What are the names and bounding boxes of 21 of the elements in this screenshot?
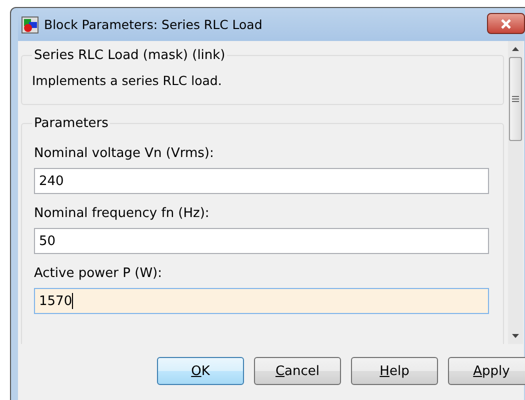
- dialog-button[interactable]: Cancel: [254, 357, 341, 385]
- scroll-down-icon[interactable]: [512, 334, 519, 338]
- scroll-up-icon[interactable]: [512, 47, 519, 51]
- close-button[interactable]: [487, 13, 525, 34]
- input-field[interactable]: 1570: [34, 288, 489, 314]
- window-title: Block Parameters: Series RLC Load: [44, 17, 262, 32]
- dialog-button[interactable]: Help: [351, 357, 438, 385]
- dialog-button[interactable]: OK: [157, 357, 244, 385]
- description: Implements a series RLC load.: [32, 72, 222, 88]
- group-title: Series RLC Load (mask) (link): [32, 48, 228, 63]
- field-label: Nominal voltage Vn (Vrms):: [34, 146, 215, 161]
- field-label: Nominal frequency fn (Hz):: [34, 206, 210, 221]
- input-field[interactable]: 50: [34, 228, 489, 254]
- scrollbar[interactable]: [508, 41, 523, 344]
- close-icon[interactable]: [500, 18, 512, 28]
- dialog-button[interactable]: Apply: [448, 357, 525, 385]
- grip-icon: [512, 96, 519, 102]
- input-field[interactable]: 240: [34, 168, 489, 194]
- app-icon: [21, 16, 39, 34]
- scroll-thumb[interactable]: [509, 57, 522, 141]
- field-label: Active power P (W):: [34, 266, 164, 281]
